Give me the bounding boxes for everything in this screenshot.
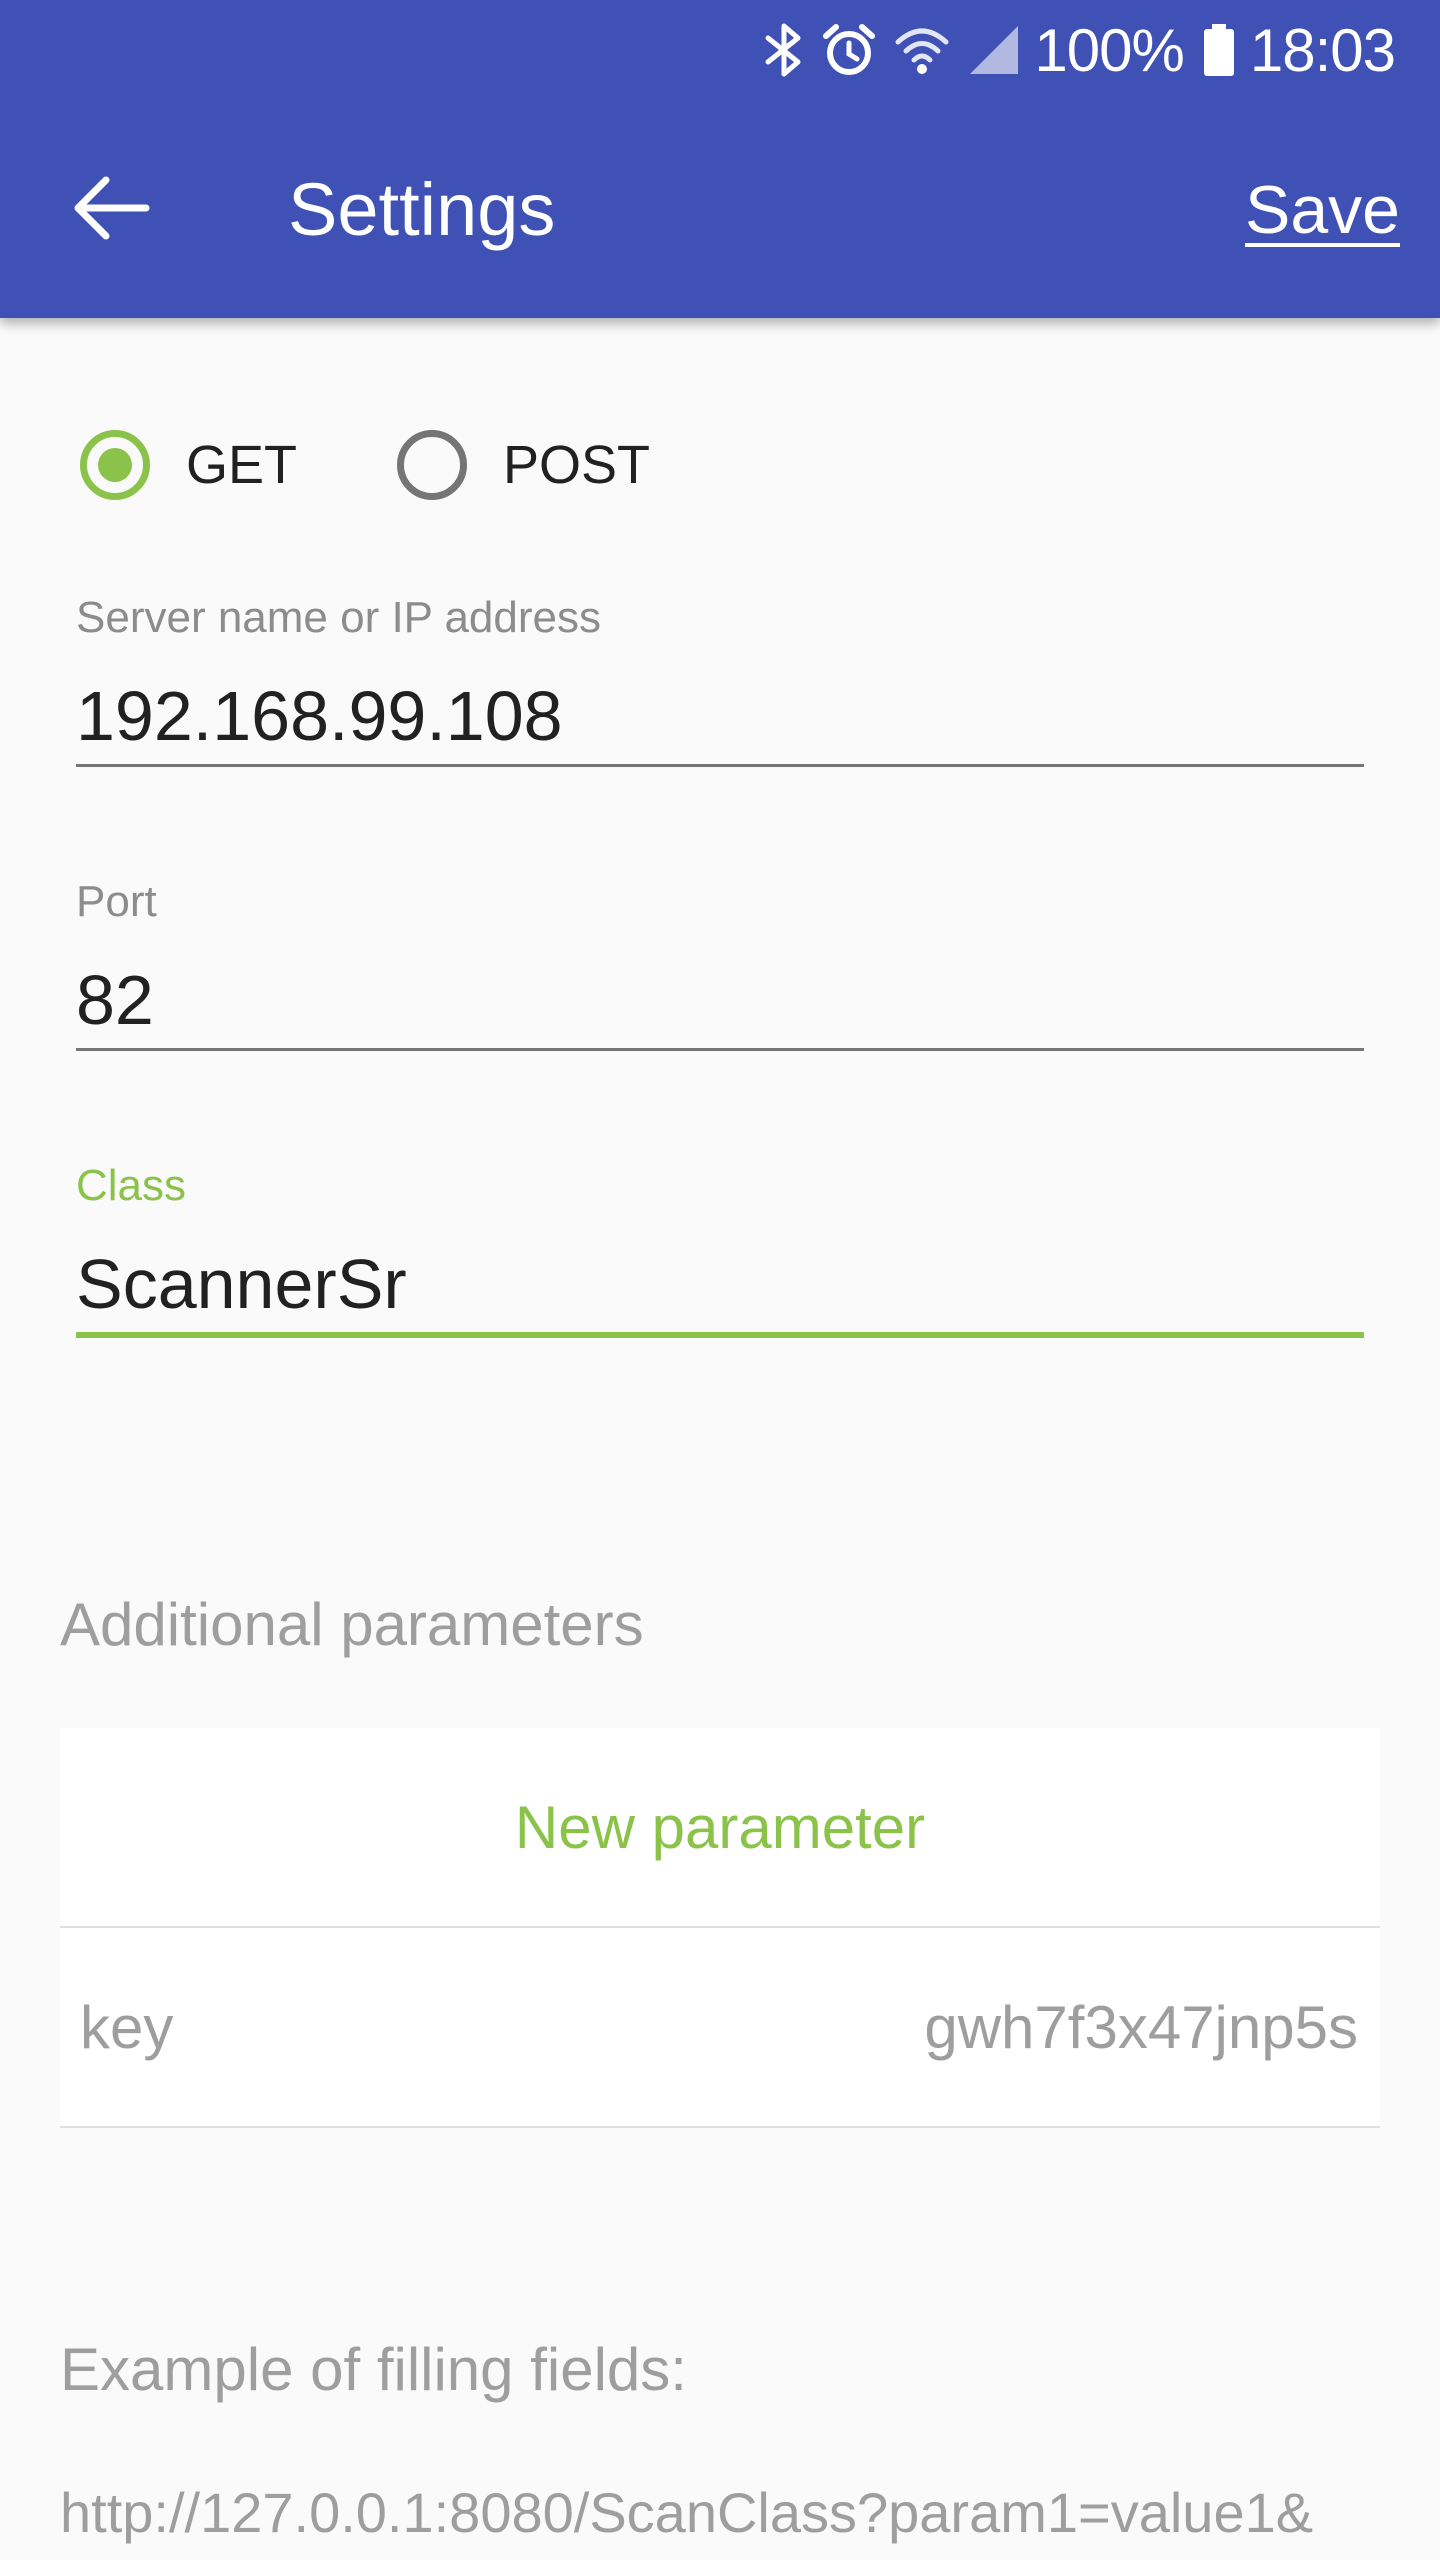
param-key: key (80, 1993, 174, 2061)
class-label: Class (76, 1161, 187, 1210)
param-value: gwh7f3x47jnp5s (924, 1993, 1358, 2061)
radio-label-get: GET (186, 435, 298, 495)
battery-percent: 100% (1034, 16, 1184, 84)
server-field: Server name or IP address 192.168.99.108 (76, 588, 1364, 767)
battery-icon (1202, 22, 1236, 78)
alarm-icon (822, 22, 876, 78)
new-parameter-button[interactable]: New parameter (60, 1728, 1380, 1928)
radio-label-post: POST (503, 435, 651, 495)
clock: 18:03 (1249, 16, 1396, 84)
back-button[interactable] (62, 160, 162, 260)
signal-icon (968, 22, 1020, 78)
wifi-icon (894, 22, 950, 78)
example-heading: Example of filling fields: (60, 2336, 687, 2403)
server-label: Server name or IP address (76, 593, 601, 642)
radio-get[interactable]: GET (80, 430, 297, 500)
radio-checked-icon (80, 430, 150, 500)
save-button[interactable]: Save (1245, 160, 1400, 260)
app-bar: 100% 18:03 Settings Save (0, 0, 1440, 318)
radio-unchecked-icon (397, 430, 468, 500)
port-field: Port 82 (76, 872, 1364, 1051)
method-radio-group: GET POST (80, 420, 750, 510)
bluetooth-icon (764, 22, 804, 78)
params-card: New parameter key gwh7f3x47jnp5s (60, 1728, 1380, 2128)
server-input[interactable]: 192.168.99.108 (76, 668, 1364, 767)
radio-post[interactable]: POST (397, 430, 650, 500)
arrow-back-icon (74, 176, 150, 245)
page-title: Settings (288, 168, 556, 251)
status-bar: 100% 18:03 (746, 10, 1396, 90)
example-url: http://127.0.0.1:8080/ScanClass?param1=v… (60, 2481, 1314, 2544)
params-heading: Additional parameters (60, 1591, 644, 1658)
port-input[interactable]: 82 (76, 952, 1364, 1051)
port-label: Port (76, 877, 157, 926)
class-input[interactable]: ScannerSr (76, 1236, 1364, 1338)
param-row[interactable]: key gwh7f3x47jnp5s (60, 1928, 1380, 2128)
class-field: Class ScannerSr (76, 1156, 1364, 1338)
